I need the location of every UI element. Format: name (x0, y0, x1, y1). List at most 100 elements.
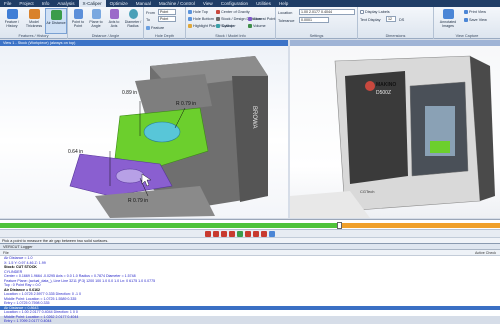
diameter-radius-button[interactable]: Diameter / Radius (123, 8, 143, 34)
group-caption: Stock / Model Info (215, 34, 246, 38)
print-view-text: Print View (469, 10, 487, 14)
closest-point-item[interactable]: Closest Point (248, 16, 275, 22)
plane-angle-icon (91, 9, 101, 19)
dim-label-radius-top: R 0.79 in (176, 101, 197, 107)
center-gravity-item[interactable]: Center of Gravity (216, 9, 250, 15)
volume-item[interactable]: Volume (248, 23, 266, 29)
hole-top-text: Hole Top (193, 10, 208, 14)
diameter-radius-label: Diameter / Radius (124, 20, 142, 28)
annotated-images-button[interactable]: Annotated Images (436, 8, 460, 34)
model-thickness-icon (28, 9, 40, 19)
plane-to-angle-button[interactable]: Plane to Angle (87, 8, 105, 34)
logger-tab-active-check[interactable]: Active Check (475, 250, 496, 256)
menu-view[interactable]: View (199, 0, 217, 7)
from-select[interactable]: Point (158, 9, 176, 15)
group-view-capture: Annotated Images Print View Save View Vi… (434, 7, 500, 39)
group-caption: Dimensions (385, 34, 406, 38)
diameter-icon (128, 9, 138, 19)
menu-info[interactable]: Info (38, 0, 54, 7)
menu-project[interactable]: Project (15, 0, 37, 7)
stock-view[interactable]: BROWA 0.89 in R 0.79 in 0.64 in R 0.79 i… (0, 46, 288, 218)
playback-bar (0, 229, 500, 237)
menu-x-caliper[interactable]: X-Caliper (78, 0, 106, 7)
location-label: Location (278, 11, 293, 15)
group-settings: Location 1.00 2.0177 0.4044 Tolerance 0.… (276, 7, 358, 39)
workpiece-graphic: BROWA (69, 56, 268, 218)
timeline-progress-green (0, 223, 340, 228)
scallop-item[interactable]: Scallop (216, 23, 233, 29)
dim-label-radius-bottom: R 0.79 in (128, 198, 149, 204)
hole-bottom-item[interactable]: Hole Bottom (188, 16, 214, 22)
highlight-icon (188, 24, 192, 28)
feature-history-button[interactable]: Feature / History (1, 8, 23, 34)
print-view-item[interactable]: Print View (464, 9, 486, 15)
closest-point-icon (248, 17, 252, 21)
center-gravity-text: Center of Gravity (221, 10, 250, 14)
point-to-point-label: Point to Point (71, 20, 85, 28)
tolerance-field[interactable]: 0.0001 (299, 17, 329, 23)
menu-bar: File Project Info Analysis X-Caliper Opt… (0, 0, 500, 7)
logger-tab-file[interactable]: File (3, 250, 9, 256)
view-1-title: View 1 - Stock (Workpiece) (always on to… (3, 41, 76, 45)
menu-help[interactable]: Help (275, 0, 292, 7)
menu-machine-control[interactable]: Machine / Control (155, 0, 199, 7)
air-distance-button[interactable]: Air Distance (45, 8, 67, 34)
menu-analysis[interactable]: Analysis (53, 0, 78, 7)
checkbox-icon (360, 10, 364, 14)
feature-text: Feature (151, 26, 165, 30)
scallop-icon (216, 24, 220, 28)
menu-utilities[interactable]: Utilities (252, 0, 275, 7)
bore-hole (143, 121, 181, 143)
feature-label[interactable]: Feature (146, 25, 164, 31)
axis-to-axis-label: Axis to Axis (108, 20, 120, 28)
menu-manual[interactable]: Manual (132, 0, 155, 7)
vericut-logger: VERICUT Logger File Active Check Air Dis… (0, 243, 500, 323)
plane-to-angle-label: Plane to Angle (89, 20, 103, 28)
group-hole-depth: From Point To Point Feature Hole Depth (144, 7, 186, 39)
group-features-history: Feature / History Model Thickness Air Di… (0, 7, 68, 39)
fixture-brand: BROWA (251, 106, 257, 128)
simulation-timeline[interactable] (0, 219, 500, 229)
machine-model: D500Z (376, 90, 392, 96)
group-caption: Hole Depth (155, 34, 174, 38)
axis-to-axis-button[interactable]: Axis to Axis (105, 8, 123, 34)
text-size-field[interactable]: 12 (386, 16, 396, 22)
ds-label[interactable]: DS (399, 17, 404, 23)
menu-optimize[interactable]: Optimize (106, 0, 132, 7)
model-thickness-button[interactable]: Model Thickness (23, 8, 45, 34)
group-dimensions: Display Labels Text Display 12 DS Dimens… (358, 7, 434, 39)
hole-top-item[interactable]: Hole Top (188, 9, 208, 15)
to-select[interactable]: Point (158, 16, 176, 22)
hole-bottom-icon (188, 17, 192, 21)
machine-view[interactable]: MAKINO D500Z CGTech (290, 46, 500, 218)
part-in-machine (430, 141, 450, 153)
point-to-point-button[interactable]: Point to Point (69, 8, 87, 34)
logger-tabs: File Active Check (0, 250, 500, 256)
location-field[interactable]: 1.00 2.0177 0.4044 (299, 9, 355, 15)
timeline-handle[interactable] (337, 222, 342, 229)
model-thickness-label: Model Thickness (25, 20, 43, 28)
logger-lines: Air Distance = 1.0 X: 1.5 Y: 0.97 4.46 Z:… (0, 256, 500, 324)
axis-icon (109, 9, 119, 19)
display-labels-toggle[interactable]: Display Labels (360, 9, 390, 15)
display-labels-text: Display Labels (365, 10, 390, 14)
group-stock-model: Hole Top Hole Bottom Highlight Plane / C… (186, 7, 276, 39)
machine-graphic (290, 55, 495, 218)
log-line: Entry = 1.7099 2.0177 0.4044 (4, 319, 52, 323)
timeline-remaining-orange (340, 223, 500, 228)
feature-history-icon (6, 9, 18, 19)
save-view-item[interactable]: Save View (464, 17, 487, 23)
group-caption: Settings (309, 34, 324, 38)
menu-configuration[interactable]: Configuration (217, 0, 252, 7)
volume-icon (248, 24, 252, 28)
air-distance-label: Air Distance (46, 21, 66, 25)
to-label: To (146, 18, 151, 22)
save-icon (464, 18, 468, 22)
menu-file[interactable]: File (0, 0, 15, 7)
makino-logo-icon (365, 81, 375, 91)
group-caption: View Capture (455, 34, 479, 38)
closest-point-text: Closest Point (253, 17, 276, 21)
tolerance-label: Tolerance (278, 19, 295, 23)
scallop-text: Scallop (221, 24, 234, 28)
hole-bottom-text: Hole Bottom (193, 17, 214, 21)
